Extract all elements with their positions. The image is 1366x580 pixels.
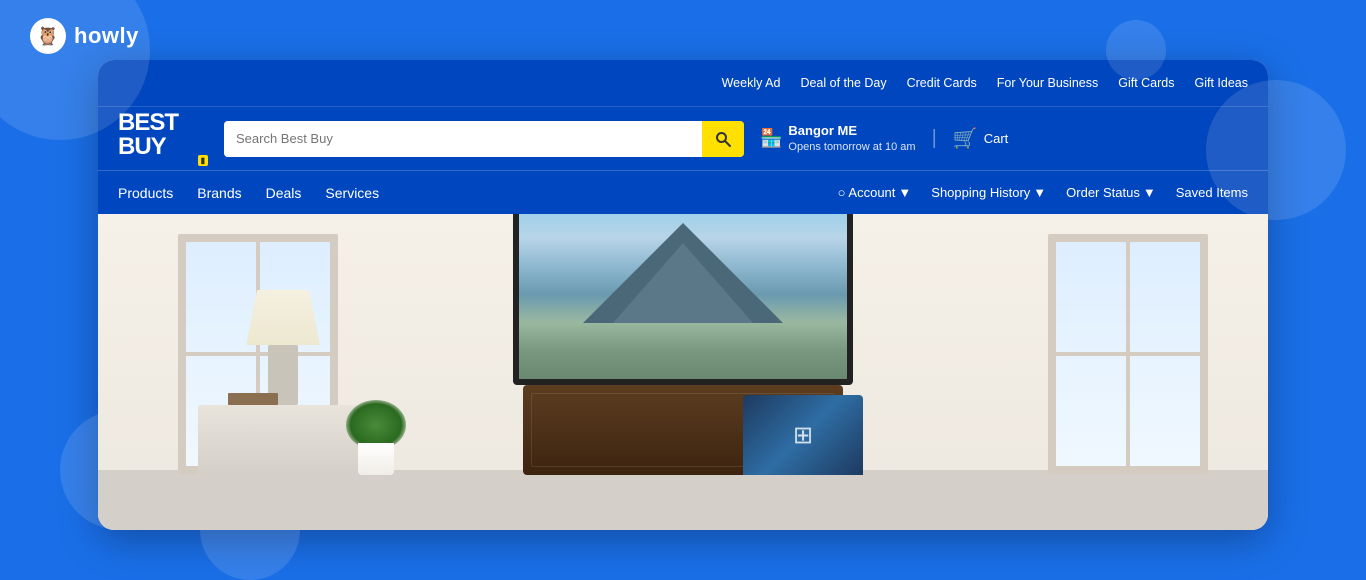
bb-cart[interactable]: 🛒 Cart <box>953 126 1008 151</box>
nav-shopping-history[interactable]: Shopping History ▼ <box>931 185 1046 200</box>
bb-second-nav: Products Brands Deals Services ○ Account… <box>98 170 1268 214</box>
bb-secondnav-right: ○ Account ▼ Shopping History ▼ Order Sta… <box>838 185 1248 200</box>
nav-deals[interactable]: Deals <box>266 181 302 205</box>
howly-header: 🦉 howly <box>30 18 139 54</box>
account-chevron: ▼ <box>898 185 911 200</box>
bg-decoration-6 <box>1106 20 1166 80</box>
topnav-weekly-ad[interactable]: Weekly Ad <box>722 76 781 90</box>
topnav-for-your-business[interactable]: For Your Business <box>997 76 1098 90</box>
scene-tv-screen <box>513 214 853 385</box>
account-icon: ○ <box>838 185 846 200</box>
scene-laptop-screen: ⊞ <box>743 395 863 475</box>
scene-tv-content <box>519 214 847 379</box>
search-icon <box>715 131 731 147</box>
bb-logo-text-line1: BEST <box>118 111 178 135</box>
scene-window-right <box>1048 234 1208 474</box>
nav-order-status[interactable]: Order Status ▼ <box>1066 185 1156 200</box>
search-button[interactable] <box>702 121 744 157</box>
owl-icon: 🦉 <box>37 26 59 47</box>
bb-secondnav-left: Products Brands Deals Services <box>118 181 838 205</box>
bb-logo-tag: ▮ <box>198 155 208 166</box>
cart-label: Cart <box>984 131 1009 146</box>
howly-brand-name: howly <box>74 23 139 49</box>
nav-brands[interactable]: Brands <box>197 181 241 205</box>
store-icon: 🏪 <box>760 128 782 149</box>
scene-plant-pot <box>358 443 394 475</box>
nav-products[interactable]: Products <box>118 181 173 205</box>
order-status-label: Order Status <box>1066 185 1140 200</box>
bb-main-header: BEST BUY ▮ 🏪 Bangor ME Opens tomorrow at… <box>98 106 1268 170</box>
howly-logo-icon: 🦉 <box>30 18 66 54</box>
bb-topnav-bar: Weekly Ad Deal of the Day Credit Cards F… <box>98 60 1268 106</box>
shopping-history-label: Shopping History <box>931 185 1030 200</box>
windows-logo-icon: ⊞ <box>793 421 813 450</box>
scene-laptop: ⊞ <box>743 395 863 475</box>
bb-store-text: Bangor ME Opens tomorrow at 10 am <box>788 123 915 154</box>
store-hours: Opens tomorrow at 10 am <box>788 140 915 154</box>
scene-books <box>228 393 278 405</box>
account-label: Account <box>848 185 895 200</box>
bb-search-bar <box>224 121 744 157</box>
scene-floor <box>98 470 1268 530</box>
bg-decoration-4 <box>1206 80 1346 220</box>
nav-account[interactable]: ○ Account ▼ <box>838 185 912 200</box>
nav-services[interactable]: Services <box>325 181 379 205</box>
store-location: Bangor ME <box>788 123 915 140</box>
scene-tv-mountain <box>583 223 783 323</box>
cart-icon: 🛒 <box>953 126 978 151</box>
scene-lamp-shade <box>246 290 320 345</box>
search-input[interactable] <box>224 121 702 157</box>
order-status-chevron: ▼ <box>1143 185 1156 200</box>
scene-side-table <box>198 405 358 475</box>
browser-window: Weekly Ad Deal of the Day Credit Cards F… <box>98 60 1268 530</box>
topnav-credit-cards[interactable]: Credit Cards <box>907 76 977 90</box>
bb-logo-text-line2: BUY <box>118 135 166 159</box>
topnav-deal-of-the-day[interactable]: Deal of the Day <box>800 76 886 90</box>
bb-logo[interactable]: BEST BUY ▮ <box>118 111 208 166</box>
header-divider: | <box>932 127 937 150</box>
bb-hero-image: ⊞ <box>98 214 1268 530</box>
shopping-history-chevron: ▼ <box>1033 185 1046 200</box>
bb-store-info[interactable]: 🏪 Bangor ME Opens tomorrow at 10 am <box>760 123 916 154</box>
topnav-gift-ideas[interactable]: Gift Ideas <box>1195 76 1249 90</box>
